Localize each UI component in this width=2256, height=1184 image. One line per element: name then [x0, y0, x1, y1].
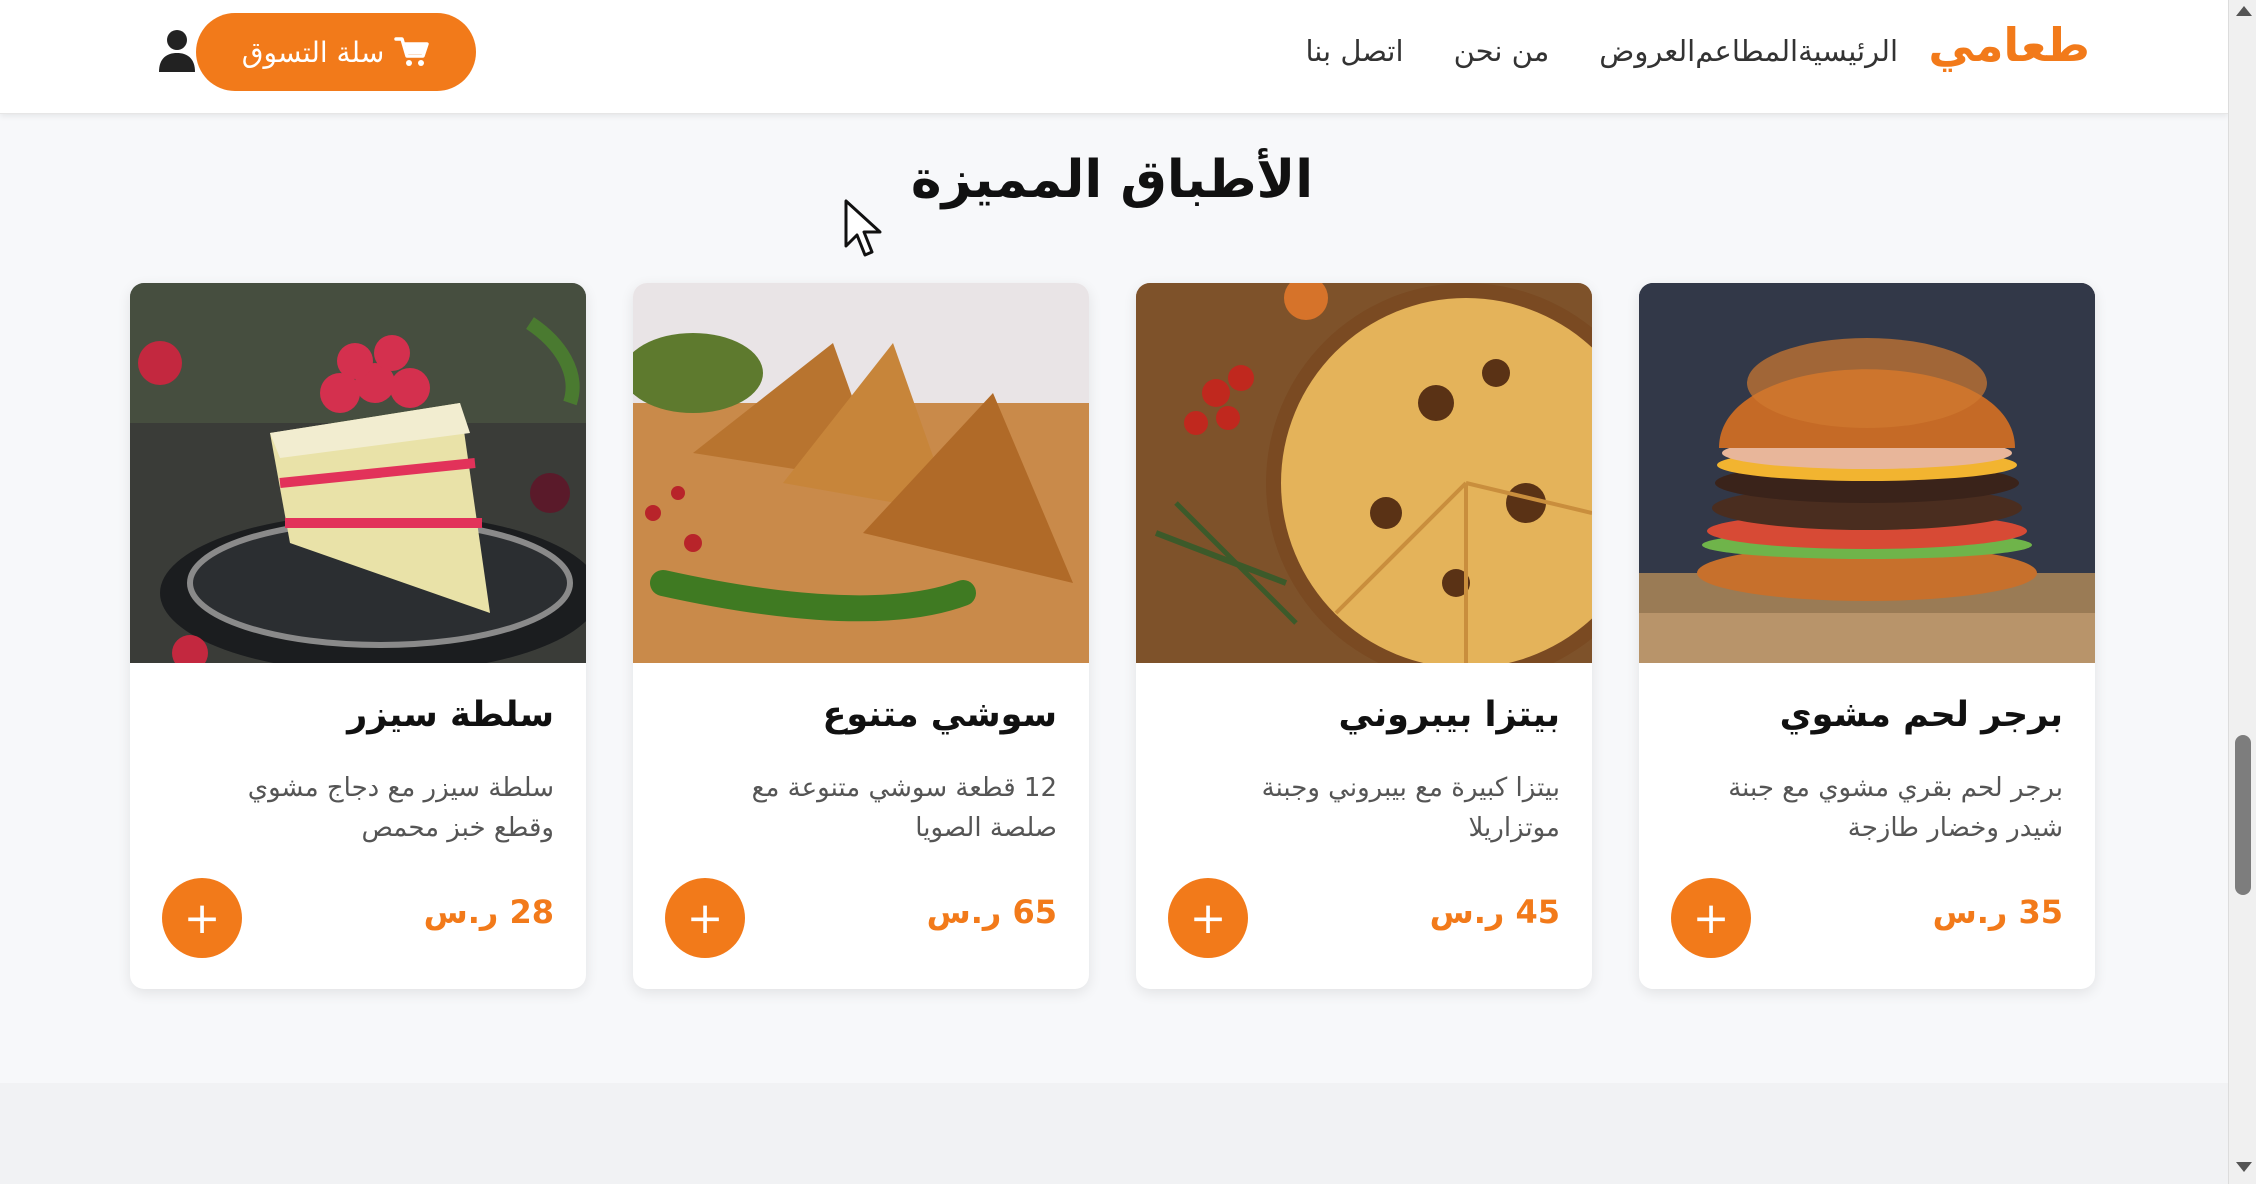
nav-contact[interactable]: اتصل بنا — [1305, 34, 1403, 68]
user-icon[interactable] — [158, 28, 196, 72]
footer-band — [0, 1083, 2228, 1184]
dish-price: 45 ر.س — [1429, 893, 1560, 931]
scroll-up-arrow-icon[interactable] — [2236, 6, 2252, 16]
vertical-scrollbar[interactable] — [2228, 0, 2256, 1184]
dish-price: 35 ر.س — [1932, 893, 2063, 931]
dish-description: سلطة سيزر مع دجاج مشوي وقطع خبز محمص — [247, 773, 554, 843]
cart-label: سلة التسوق — [241, 35, 385, 69]
main-nav: الرئيسية المطاعم العروض من نحن اتصل بنا — [1255, 34, 1898, 68]
mouse-cursor-icon — [844, 199, 882, 257]
dish-name: سلطة سيزر — [347, 695, 554, 735]
dish-name: برجر لحم مشوي — [1779, 695, 2063, 735]
dish-image-burger — [1639, 283, 2095, 663]
cart-button[interactable]: سلة التسوق — [196, 13, 476, 91]
add-to-cart-button[interactable]: + — [162, 878, 242, 958]
add-to-cart-button[interactable]: + — [1168, 878, 1248, 958]
nav-offers[interactable]: العروض — [1599, 34, 1695, 68]
dish-card-salad[interactable]: سلطة سيزر سلطة سيزر مع دجاج مشوي وقطع خب… — [130, 283, 586, 989]
dish-card-pizza[interactable]: بيتزا بيبروني بيتزا كبيرة مع بيبروني وجب… — [1136, 283, 1592, 989]
brand-logo[interactable]: طعامي — [1928, 18, 2090, 72]
nav-home[interactable]: الرئيسية — [1798, 34, 1898, 68]
section-title: الأطباق المميزة — [910, 150, 1314, 210]
nav-about[interactable]: من نحن — [1454, 34, 1550, 68]
nav-restaurants[interactable]: المطاعم — [1695, 34, 1798, 68]
dish-name: بيتزا بيبروني — [1338, 695, 1560, 735]
dish-description: 12 قطعة سوشي متنوعة مع صلصة الصويا — [751, 773, 1057, 843]
add-to-cart-button[interactable]: + — [665, 878, 745, 958]
dish-card-burger[interactable]: برجر لحم مشوي برجر لحم بقري مشوي مع جبنة… — [1639, 283, 2095, 989]
dish-image-cake — [130, 283, 586, 663]
site-header: طعامي الرئيسية المطاعم العروض من نحن اتص… — [0, 0, 2228, 114]
shopping-cart-icon — [394, 37, 430, 66]
dish-image-samosa — [633, 283, 1089, 663]
dish-description: برجر لحم بقري مشوي مع جبنة شيدر وخضار طا… — [1728, 773, 2063, 843]
add-to-cart-button[interactable]: + — [1671, 878, 1751, 958]
page: طعامي الرئيسية المطاعم العروض من نحن اتص… — [0, 0, 2228, 1184]
dish-price: 28 ر.س — [423, 893, 554, 931]
dish-card-sushi[interactable]: سوشي متنوع 12 قطعة سوشي متنوعة مع صلصة ا… — [633, 283, 1089, 989]
dish-name: سوشي متنوع — [822, 695, 1057, 735]
dish-image-pizza — [1136, 283, 1592, 663]
scroll-down-arrow-icon[interactable] — [2236, 1162, 2252, 1172]
scrollbar-thumb[interactable] — [2235, 735, 2251, 895]
dish-description: بيتزا كبيرة مع بيبروني وجبنة موتزاريلا — [1261, 773, 1560, 843]
dish-price: 65 ر.س — [926, 893, 1057, 931]
